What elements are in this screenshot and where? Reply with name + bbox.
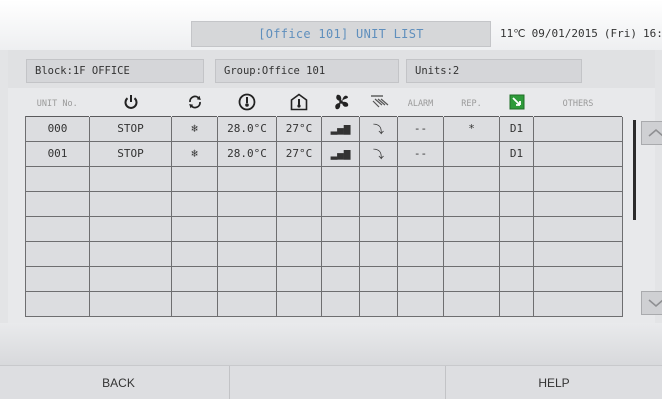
- chevron-down-icon: [648, 299, 662, 308]
- chevron-up-icon: [648, 128, 662, 137]
- power-icon: [124, 95, 137, 110]
- setpoint-cell[interactable]: 28.0°C: [217, 115, 277, 142]
- header-rep: REP.: [443, 92, 500, 116]
- header-airflow: [359, 92, 398, 116]
- room-temp-cell: 27°C: [276, 115, 322, 142]
- mode-icon: [188, 95, 201, 109]
- filter-cell: D1: [499, 140, 534, 167]
- others-cell: [533, 115, 623, 142]
- alarm-cell: --: [397, 140, 444, 167]
- rep-cell: *: [443, 115, 500, 142]
- fan-speed-cell[interactable]: ▂▄▆: [321, 140, 360, 167]
- header-setpoint: [217, 92, 277, 116]
- empty-table-row: [25, 190, 623, 217]
- fan-speed-cell[interactable]: ▂▄▆: [321, 115, 360, 142]
- footer-bar: BACK HELP: [0, 365, 662, 399]
- table-row[interactable]: 001 STOP ❄ 28.0°C 27°C ▂▄▆ ⤵ -- D1: [25, 140, 623, 167]
- status-cell[interactable]: STOP: [89, 140, 172, 167]
- clock-readout: 11℃ 09/01/2015 (Fri) 16:0: [500, 27, 662, 40]
- date-label: 09/01/2015: [531, 27, 598, 40]
- scrollbar-thumb[interactable]: [633, 120, 636, 220]
- time-label: 16:0: [642, 27, 662, 40]
- header-room-temp: [276, 92, 322, 116]
- room-temp-icon: [290, 93, 308, 111]
- block-field: Block:1F OFFICE: [26, 59, 204, 83]
- info-bar: Block:1F OFFICE Group:Office 101 Units:2: [8, 50, 655, 88]
- unit-list-screen: [Office 101] UNIT LIST 11℃ 09/01/2015 (Fri…: [0, 0, 662, 399]
- header-fan: [321, 92, 360, 116]
- header-mode: [171, 92, 218, 116]
- help-button[interactable]: HELP: [446, 366, 662, 399]
- empty-table-row: [25, 165, 623, 192]
- status-bar: [0, 323, 662, 365]
- setpoint-cell[interactable]: 28.0°C: [217, 140, 277, 167]
- unit-table: UNIT No. ALARM REP. OTHERS 000 STOP ❄ 28…: [25, 92, 623, 317]
- airflow-cell[interactable]: ⤵: [359, 115, 398, 142]
- airflow-icon: [370, 95, 388, 108]
- page-title: [Office 101] UNIT LIST: [191, 21, 491, 47]
- back-button[interactable]: BACK: [8, 366, 230, 399]
- fan-icon: [334, 95, 348, 110]
- empty-table-row: [25, 215, 623, 242]
- room-temp-cell: 27°C: [276, 140, 322, 167]
- header-others: OTHERS: [533, 92, 623, 116]
- mode-cell[interactable]: ❄: [171, 140, 218, 167]
- outdoor-temperature: 11℃: [500, 27, 526, 40]
- empty-table-row: [25, 240, 623, 267]
- scroll-up-button[interactable]: [641, 121, 662, 145]
- setpoint-icon: [238, 93, 256, 111]
- table-header-row: UNIT No. ALARM REP. OTHERS: [25, 92, 623, 116]
- table-row[interactable]: 000 STOP ❄ 28.0°C 27°C ▂▄▆ ⤵ -- * D1: [25, 115, 623, 142]
- header-unit-no: UNIT No.: [25, 92, 90, 116]
- rep-cell: [443, 140, 500, 167]
- airflow-cell[interactable]: ⤵: [359, 140, 398, 167]
- status-cell[interactable]: STOP: [89, 115, 172, 142]
- empty-table-row: [25, 290, 623, 317]
- empty-table-row: [25, 265, 623, 292]
- scroll-down-button[interactable]: [641, 291, 662, 315]
- filter-cell: D1: [499, 115, 534, 142]
- scroll-column: [630, 92, 662, 321]
- unit-number-cell: 000: [25, 115, 90, 142]
- unit-number-cell: 001: [25, 140, 90, 167]
- header-alarm: ALARM: [397, 92, 444, 116]
- blank-footer-button[interactable]: [230, 366, 446, 399]
- header-power: [89, 92, 172, 116]
- others-cell: [533, 140, 623, 167]
- filter-icon: [509, 94, 524, 110]
- header-filter: [499, 92, 534, 116]
- group-field: Group:Office 101: [215, 59, 399, 83]
- weekday-label: (Fri): [603, 27, 637, 40]
- header-bar: [Office 101] UNIT LIST 11℃ 09/01/2015 (Fri…: [0, 0, 662, 50]
- units-count-field: Units:2: [406, 59, 582, 83]
- mode-cell[interactable]: ❄: [171, 115, 218, 142]
- unit-table-area: UNIT No. ALARM REP. OTHERS 000 STOP ❄ 28…: [8, 88, 662, 323]
- alarm-cell: --: [397, 115, 444, 142]
